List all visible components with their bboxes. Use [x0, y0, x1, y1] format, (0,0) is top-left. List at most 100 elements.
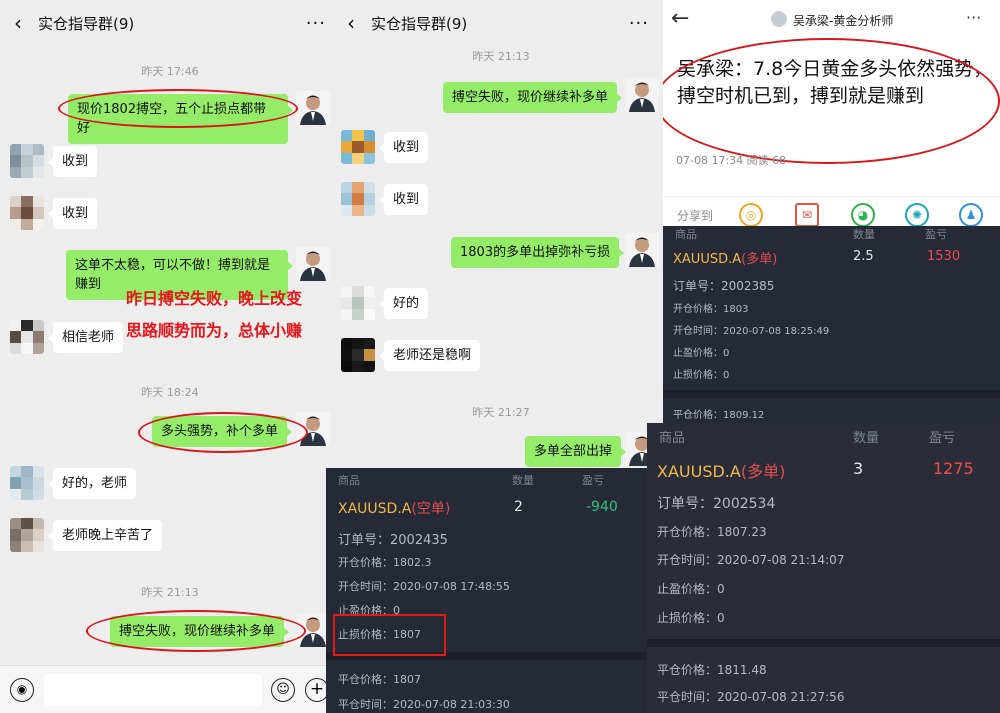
close-time: 平仓时间：2020-07-08 21:03:30: [338, 698, 510, 711]
highlight-ellipse: [58, 89, 298, 128]
avatar[interactable]: [10, 466, 44, 500]
avatar[interactable]: [10, 320, 44, 354]
take-profit: 止盈价格：0: [673, 348, 730, 359]
trade-card-long-2: 商品 数量 盈亏 XAUUSD.A(多单) 3 1275 订单号：2002534…: [647, 423, 1000, 713]
header-pnl: 盈亏: [929, 431, 956, 446]
header-quantity: 数量: [853, 228, 875, 241]
qq-icon[interactable]: ♟: [959, 203, 983, 227]
header-quantity: 数量: [512, 474, 534, 487]
open-price: 开仓价格：1802.3: [338, 556, 432, 569]
annotation-line: 昨日搏空失败，晚上改变: [126, 289, 303, 308]
open-price: 开仓价格：1803: [673, 304, 749, 315]
chat-title: 实仓指导群(9): [38, 14, 135, 33]
header-product: 商品: [338, 474, 360, 487]
take-profit: 止盈价格：0: [657, 582, 725, 596]
header-product: 商品: [659, 431, 686, 446]
timestamp: 昨天 17:46: [141, 65, 199, 78]
timestamp: 昨天 21:13: [472, 50, 530, 63]
message-input[interactable]: [44, 674, 262, 706]
message-bubble[interactable]: 收到: [378, 132, 429, 163]
stop-loss: 止损价格：0: [657, 611, 725, 625]
avatar[interactable]: [10, 518, 44, 552]
chat-header: ‹ 实仓指导群(9) ···: [333, 0, 663, 46]
divider: [663, 390, 1000, 398]
mail-icon[interactable]: ✉: [795, 203, 819, 227]
header-quantity: 数量: [853, 431, 880, 446]
avatar[interactable]: [341, 130, 375, 164]
trade-card-short: 商品 数量 盈亏 XAUUSD.A(空单) 2 -940 订单号：2002435…: [326, 468, 663, 713]
back-icon[interactable]: ←: [671, 6, 689, 31]
close-time: 平仓时间：2020-07-08 21:27:56: [657, 690, 845, 704]
direction: (多单): [741, 252, 778, 267]
direction: (空单): [411, 501, 451, 517]
close-price: 平仓价格：1809.12: [673, 410, 765, 421]
message-bubble[interactable]: 收到: [47, 198, 98, 229]
weibo-icon[interactable]: ◎: [739, 203, 763, 227]
highlight-rect: [333, 614, 446, 656]
order-number: 订单号：2002435: [338, 533, 448, 548]
close-price: 平仓价格：1811.48: [657, 663, 767, 677]
more-icon[interactable]: ···: [966, 8, 981, 27]
divider: [647, 639, 1000, 647]
message-bubble[interactable]: 老师还是稳啊: [378, 340, 481, 371]
back-icon[interactable]: ‹: [0, 11, 38, 35]
avatar[interactable]: [341, 286, 375, 320]
message-bubble[interactable]: 1803的多单出掉弥补亏损: [451, 237, 625, 268]
avatar[interactable]: [10, 196, 44, 230]
order-number: 订单号：2002385: [673, 279, 775, 293]
quantity: 2.5: [853, 249, 874, 264]
article-header: ← 吴承梁-黄金分析师 ···: [663, 0, 1000, 40]
emoji-icon[interactable]: ☺: [271, 678, 295, 702]
avatar[interactable]: [296, 247, 330, 281]
symbol: XAUUSD.A(多单): [673, 252, 778, 267]
back-icon[interactable]: ‹: [333, 11, 371, 35]
header-product: 商品: [675, 228, 697, 241]
message-bubble[interactable]: 老师晚上辛苦了: [47, 520, 163, 551]
open-time: 开仓时间：2020-07-08 17:48:55: [338, 580, 510, 593]
more-icon[interactable]: ···: [629, 13, 663, 34]
avatar[interactable]: [625, 233, 659, 267]
order-number: 订单号：2002534: [657, 496, 776, 512]
message-bubble[interactable]: 相信老师: [47, 322, 124, 353]
open-price: 开仓价格：1807.23: [657, 525, 767, 539]
annotation-line: 思路顺势而为，总体小赚: [126, 321, 303, 340]
message-bubble[interactable]: 好的: [378, 288, 429, 319]
highlight-ellipse: [138, 412, 308, 453]
author-avatar[interactable]: [771, 11, 787, 27]
wechat-icon[interactable]: ◕: [851, 203, 875, 227]
chat-header: ‹ 实仓指导群(9) ···: [0, 0, 340, 46]
avatar[interactable]: [625, 78, 659, 112]
message-bubble[interactable]: 收到: [47, 146, 98, 177]
pnl: 1530: [927, 249, 961, 264]
avatar[interactable]: [341, 338, 375, 372]
message-bubble[interactable]: 收到: [378, 184, 429, 215]
chat-title: 实仓指导群(9): [371, 14, 468, 33]
message-bubble[interactable]: 搏空失败，现价继续补多单: [443, 82, 623, 113]
avatar[interactable]: [10, 144, 44, 178]
timestamp: 昨天 21:27: [472, 406, 530, 419]
message-bubble[interactable]: 好的，老师: [47, 468, 137, 499]
share-label: 分享到: [677, 209, 714, 223]
moments-icon[interactable]: ✺: [905, 203, 929, 227]
timestamp: 昨天 21:13: [141, 586, 199, 599]
timestamp: 昨天 18:24: [141, 386, 199, 399]
header-pnl: 盈亏: [582, 474, 604, 487]
left-chat-panel: ‹ 实仓指导群(9) ··· 昨天 17:46 现价1802搏空，五个止损点都带…: [0, 0, 340, 713]
symbol: XAUUSD.A(空单): [338, 501, 451, 517]
message-bubble[interactable]: 多单全部出掉: [525, 436, 627, 467]
author-name[interactable]: 吴承梁-黄金分析师: [793, 12, 893, 29]
close-price: 平仓价格：1807: [338, 673, 421, 686]
avatar[interactable]: [296, 91, 330, 125]
highlight-ellipse: [86, 610, 306, 652]
voice-icon[interactable]: ◉: [10, 678, 34, 702]
symbol: XAUUSD.A(多单): [657, 462, 786, 481]
avatar[interactable]: [341, 182, 375, 216]
trade-card-long-1: 商品 数量 盈亏 XAUUSD.A(多单) 2.5 1530 订单号：20023…: [663, 226, 1000, 426]
pnl: -940: [586, 499, 618, 515]
pnl: 1275: [933, 459, 974, 478]
article-meta: 07-08 17:34 阅读 68: [676, 154, 787, 167]
input-bar: ◉ ☺ +: [0, 665, 340, 713]
quantity: 2: [514, 499, 523, 515]
header-pnl: 盈亏: [925, 228, 947, 241]
open-time: 开仓时间：2020-07-08 21:14:07: [657, 553, 845, 567]
